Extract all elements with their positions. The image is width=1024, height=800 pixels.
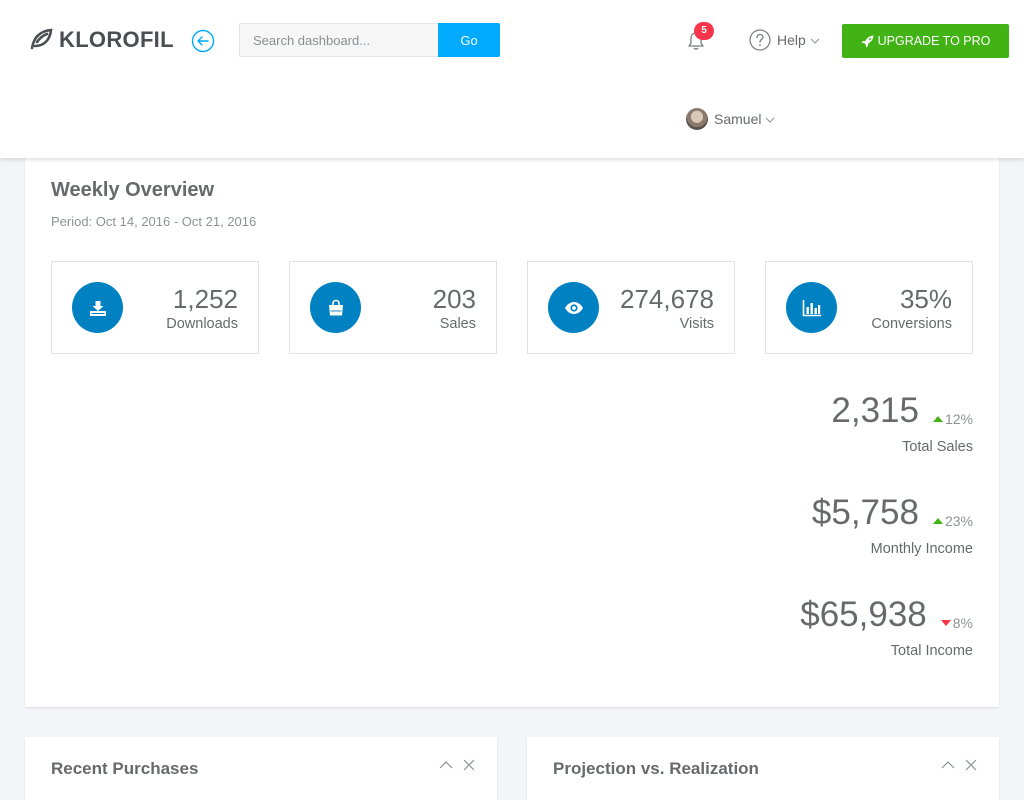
- sidebar-toggle-button[interactable]: [191, 29, 215, 53]
- stat-value: $65,938: [800, 595, 927, 634]
- stat-change: 12%: [932, 411, 973, 427]
- metric-label: Conversions: [871, 316, 952, 332]
- upgrade-label: UPGRADE TO PRO: [877, 34, 991, 48]
- metric-value: 1,252: [172, 284, 238, 314]
- chevron-down-icon: [766, 117, 775, 123]
- close-icon: [965, 759, 977, 771]
- stat-monthly-income: $5,758 23% Monthly Income: [812, 493, 973, 557]
- metric-label: Sales: [439, 316, 476, 332]
- close-button[interactable]: [461, 757, 477, 773]
- metric-conversions: 35% Conversions: [765, 261, 973, 354]
- metric-sales: 203 Sales: [289, 261, 497, 354]
- user-menu[interactable]: Samuel: [686, 108, 775, 130]
- metric-label: Downloads: [166, 316, 238, 332]
- shopping-bag-icon: [310, 282, 361, 333]
- stat-label: Monthly Income: [870, 541, 973, 557]
- search-go-button[interactable]: Go: [438, 23, 500, 57]
- caret-down-icon: [940, 620, 951, 626]
- chevron-down-icon: [810, 38, 820, 44]
- bar-chart-icon: [786, 282, 837, 333]
- leaf-icon: [30, 28, 53, 50]
- metric-downloads: 1,252 Downloads: [51, 261, 259, 354]
- stat-value: $5,758: [811, 493, 919, 532]
- chevron-up-icon: [439, 761, 453, 769]
- collapse-button[interactable]: [940, 757, 956, 773]
- close-icon: [463, 759, 475, 771]
- panel-title: Projection vs. Realization: [553, 759, 759, 778]
- search-form: Go: [239, 23, 500, 57]
- help-label: Help: [777, 32, 806, 48]
- metric-visits: 274,678 Visits: [527, 261, 735, 354]
- chevron-up-icon: [941, 761, 955, 769]
- caret-up-icon: [932, 416, 943, 422]
- upgrade-to-pro-button[interactable]: UPGRADE TO PRO: [842, 24, 1009, 58]
- recent-purchases-panel: Recent Purchases: [25, 737, 497, 800]
- help-circle-icon: [749, 29, 771, 51]
- stat-label: Total Income: [890, 643, 973, 659]
- metric-value: 203: [432, 284, 476, 314]
- avatar: [686, 108, 708, 130]
- metric-label: Visits: [679, 316, 714, 332]
- stat-change-value: 23%: [944, 513, 973, 529]
- close-button[interactable]: [963, 757, 979, 773]
- brand-name: KLOROFIL: [59, 27, 174, 52]
- notification-count-badge: 5: [694, 22, 714, 40]
- period-text: Period: Oct 14, 2016 - Oct 21, 2016: [51, 214, 257, 229]
- collapse-button[interactable]: [438, 757, 454, 773]
- stat-change-value: 12%: [944, 411, 973, 427]
- stat-change: 8%: [940, 615, 973, 631]
- user-name: Samuel: [714, 111, 762, 127]
- stat-change-value: 8%: [952, 615, 973, 631]
- stat-change: 23%: [932, 513, 973, 529]
- download-icon: [72, 282, 123, 333]
- metric-value: 35%: [899, 284, 952, 314]
- projection-panel: Projection vs. Realization: [527, 737, 999, 800]
- caret-up-icon: [932, 518, 943, 524]
- rocket-icon: [861, 35, 874, 47]
- panel-title: Recent Purchases: [51, 759, 199, 778]
- eye-icon: [548, 282, 599, 333]
- top-navbar: KLOROFIL Go 5 Help UPGRADE: [0, 0, 1024, 158]
- help-dropdown[interactable]: Help: [749, 29, 820, 51]
- stat-total-sales: 2,315 12% Total Sales: [831, 391, 973, 455]
- stat-label: Total Sales: [902, 439, 973, 455]
- weekly-overview-panel: Weekly Overview Period: Oct 14, 2016 - O…: [25, 150, 999, 707]
- metric-value: 274,678: [620, 284, 714, 314]
- brand-logo[interactable]: KLOROFIL: [29, 27, 174, 53]
- search-input[interactable]: [239, 23, 438, 57]
- stat-value: 2,315: [831, 391, 919, 430]
- stat-total-income: $65,938 8% Total Income: [800, 595, 973, 659]
- arrow-left-circle-icon: [191, 29, 215, 53]
- panel-title: Weekly Overview: [51, 179, 215, 201]
